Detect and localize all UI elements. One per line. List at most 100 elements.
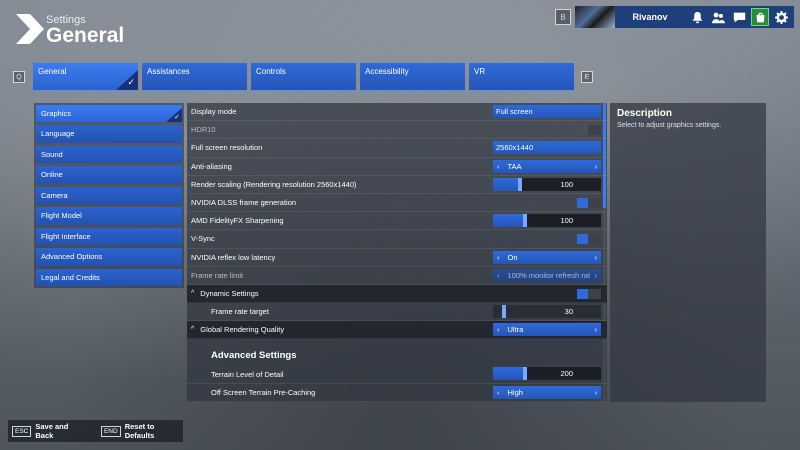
reflex-selector[interactable]: ‹ On › [493, 250, 601, 264]
setting-frame-rate-target[interactable]: Frame rate target 30 [187, 303, 607, 322]
setting-global-quality[interactable]: ^ Global Rendering Quality ‹ Ultra › [187, 321, 607, 340]
marketplace-icon[interactable] [751, 8, 769, 26]
setting-anti-aliasing[interactable]: Anti-aliasing ‹ TAA › [187, 158, 607, 176]
setting-dynamic-settings[interactable]: ^ Dynamic Settings [187, 284, 607, 304]
chevron-up-icon[interactable]: ^ [191, 326, 194, 333]
page-title: General [46, 24, 125, 47]
setting-display-mode[interactable]: Display mode Full screen [187, 103, 607, 122]
tab-label: Controls [256, 67, 286, 76]
setting-render-scaling[interactable]: Render scaling (Rendering resolution 256… [187, 176, 607, 194]
chevron-right-icon[interactable]: › [595, 162, 598, 171]
advanced-settings-heading: Advanced Settings [211, 350, 297, 362]
chevron-up-icon[interactable]: ^ [191, 290, 194, 297]
tab-vr[interactable]: VR [469, 63, 574, 91]
dynamic-settings-toggle[interactable] [577, 288, 601, 299]
slider-knob[interactable] [523, 214, 528, 228]
prev-tab-key[interactable]: Q [13, 71, 25, 83]
slider-fill [493, 177, 520, 191]
esc-key-hint[interactable]: ESC [12, 425, 32, 437]
category-advanced-options[interactable]: Advanced Options [36, 248, 182, 266]
category-label: Sound [41, 149, 63, 159]
category-sound[interactable]: Sound [36, 145, 182, 164]
global-quality-selector[interactable]: ‹ Ultra › [493, 323, 601, 337]
category-legal-credits[interactable]: Legal and Credits [36, 268, 182, 286]
end-key-hint[interactable]: END [100, 425, 121, 437]
category-language[interactable]: Language [36, 125, 182, 143]
setting-frame-rate-limit: Frame rate limit ‹ 100% monitor refresh … [187, 267, 607, 285]
category-label: Online [41, 170, 63, 180]
setting-label: Anti-aliasing [191, 161, 232, 171]
toggle-knob [577, 125, 588, 136]
tab-assistances[interactable]: Assistances [142, 63, 247, 91]
chat-icon[interactable] [730, 8, 748, 26]
tab-accessibility[interactable]: Accessibility [360, 63, 465, 91]
dlss-fg-toggle[interactable] [577, 197, 601, 208]
bell-icon[interactable] [688, 8, 706, 26]
next-tab-key[interactable]: E [581, 71, 593, 83]
chevron-right-icon[interactable]: › [595, 388, 598, 397]
category-label: Graphics [41, 109, 72, 118]
anti-aliasing-selector[interactable]: ‹ TAA › [493, 159, 601, 173]
category-flight-interface[interactable]: Flight Interface [36, 227, 182, 246]
slider-knob[interactable] [518, 177, 522, 191]
username[interactable]: Rivanov [615, 12, 685, 22]
category-label: Flight Model [41, 211, 82, 221]
tab-bar: General ✓ Assistances Controls Accessibi… [33, 63, 574, 91]
tab-label: VR [474, 67, 486, 76]
setting-label: Frame rate target [211, 307, 269, 317]
chevron-logo-icon [16, 14, 44, 44]
selector-value: High [507, 387, 523, 397]
chevron-right-icon[interactable]: › [595, 325, 598, 334]
toggle-knob [577, 234, 588, 245]
friends-icon[interactable] [709, 8, 727, 26]
setting-label: HDR10 [191, 125, 216, 135]
frame-rate-limit-selector: ‹ 100% monitor refresh rat › [493, 268, 601, 282]
selector-value: 100% monitor refresh rat [507, 270, 591, 280]
vsync-toggle[interactable] [577, 234, 601, 245]
slider-value: 200 [560, 369, 573, 379]
slider-value: 30 [564, 307, 573, 317]
save-and-back-button[interactable]: Save and Back [35, 422, 82, 440]
fidelityfx-slider[interactable]: 100 [493, 214, 601, 228]
render-scaling-slider[interactable]: 100 [493, 177, 601, 191]
chevron-right-icon: › [594, 270, 598, 280]
resolution-value[interactable]: 2560x1440 [493, 141, 601, 155]
terrain-lod-slider[interactable]: 200 [493, 367, 601, 381]
setting-terrain-precache[interactable]: Off Screen Terrain Pre-Caching ‹ High › [187, 384, 607, 402]
frame-rate-target-slider[interactable]: 30 [493, 305, 601, 319]
category-label: Legal and Credits [41, 272, 100, 282]
avatar[interactable] [575, 6, 615, 28]
selector-value: On [507, 252, 518, 262]
category-flight-model[interactable]: Flight Model [36, 207, 182, 225]
gear-icon[interactable] [772, 8, 790, 26]
reset-defaults-button[interactable]: Reset to Defaults [125, 422, 179, 440]
category-camera[interactable]: Camera [36, 186, 182, 205]
hdr10-toggle [577, 125, 601, 136]
category-label: Camera [41, 190, 68, 200]
toggle-knob [577, 288, 588, 299]
setting-label: Global Rendering Quality [200, 325, 285, 335]
toggle-knob [577, 197, 588, 208]
setting-label: Off Screen Terrain Pre-Caching [211, 387, 316, 397]
setting-vsync[interactable]: V-Sync [187, 230, 607, 249]
category-label: Language [41, 129, 75, 139]
setting-terrain-lod[interactable]: Terrain Level of Detail 200 [187, 365, 607, 384]
display-mode-value[interactable]: Full screen [493, 105, 601, 118]
setting-resolution[interactable]: Full screen resolution 2560x1440 [187, 139, 607, 158]
setting-label: V-Sync [191, 234, 215, 244]
setting-label: Frame rate limit [191, 270, 244, 280]
tab-general[interactable]: General ✓ [33, 63, 138, 91]
checkmark-icon: ✓ [127, 77, 135, 87]
setting-dlss-frame-generation[interactable]: NVIDIA DLSS frame generation [187, 194, 607, 213]
setting-fidelityfx[interactable]: AMD FidelityFX Sharpening 100 [187, 212, 607, 231]
setting-reflex[interactable]: NVIDIA reflex low latency ‹ On › [187, 249, 607, 267]
checkmark-icon: ✓ [174, 114, 180, 122]
slider-knob[interactable] [523, 367, 528, 381]
category-online[interactable]: Online [36, 166, 182, 184]
chevron-right-icon[interactable]: › [595, 253, 598, 262]
category-graphics[interactable]: Graphics ✓ [36, 105, 182, 123]
slider-knob[interactable] [501, 305, 506, 319]
selector-value: Ultra [507, 325, 524, 335]
tab-controls[interactable]: Controls [251, 63, 356, 91]
terrain-precache-selector[interactable]: ‹ High › [493, 385, 601, 399]
